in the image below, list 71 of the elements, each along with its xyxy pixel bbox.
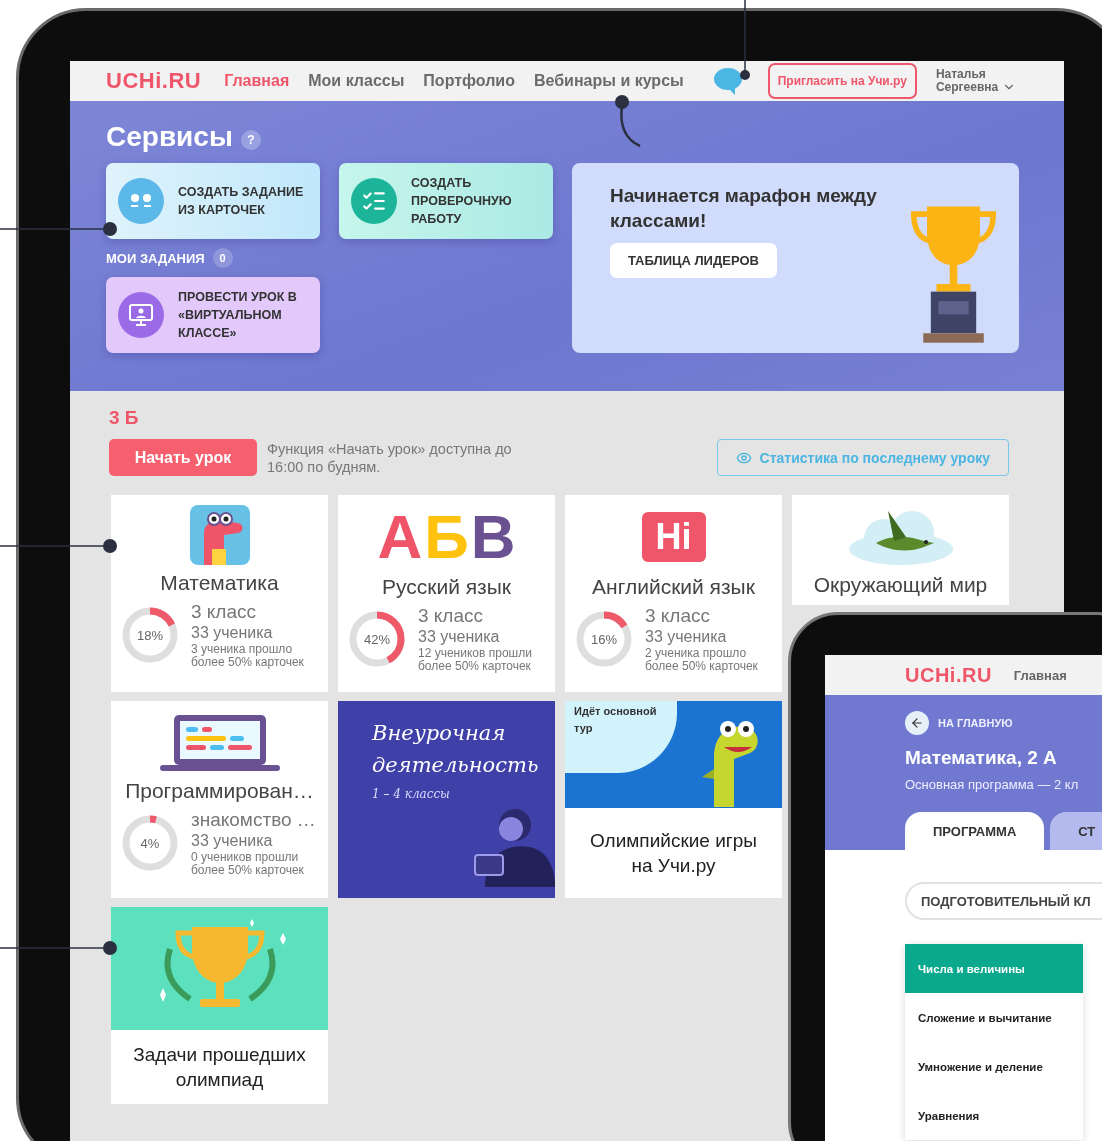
subject-card[interactable]: Программирован… 4% знакомство … 33 ученика 0 учеников прошли более 50% карточек [111, 701, 328, 898]
leader-line [615, 95, 641, 148]
progress-note: 3 ученика прошло более 50% карточек [191, 643, 305, 669]
monitor-icon [118, 292, 164, 338]
subject-card[interactable]: Окружающий мир [792, 495, 1009, 605]
progress-note: 0 учеников прошли более 50% карточек [191, 851, 305, 877]
tab[interactable]: СТ [1050, 812, 1102, 850]
subject-title: Окружающий мир [813, 573, 988, 597]
olympiad-tasks-card[interactable]: Задачи прошедших олимпиад [111, 907, 328, 1104]
student-count: 33 ученика [418, 627, 501, 647]
nav-link[interactable]: Мои классы [308, 72, 405, 90]
my-tasks-link[interactable]: МОИ ЗАДАНИЯ [106, 250, 205, 266]
service-button[interactable]: ПРОВЕСТИ УРОК В «ВИРТУАЛЬНОМ КЛАССЕ» [106, 277, 320, 353]
letter: Б [424, 506, 469, 568]
progress-percent: 16% [591, 631, 617, 647]
subject-card[interactable]: АБВ Русский язык 42% 3 класс 33 ученика 12 учеников прошли более 50% карточек [338, 495, 555, 692]
course-title: Математика, 2 А [905, 747, 1058, 769]
progress-note: 12 учеников прошли более 50% карточек [418, 647, 533, 673]
subject-title: Английский язык [592, 575, 755, 599]
grade-filter-button[interactable]: ПОДГОТОВИТЕЛЬНЫЙ КЛ [905, 882, 1102, 920]
subject-card[interactable]: Математика 18% 3 класс 33 ученика 3 ученика прошло более 50% карточек [111, 495, 328, 692]
subject-card[interactable]: Hi Английский язык 16% 3 класс 33 ученика 2 ученика прошло более 50% карточек [565, 495, 782, 692]
progress-ring [348, 610, 406, 668]
user-menu[interactable]: Наталья Сергеевна [935, 68, 1017, 94]
progress-ring [575, 610, 633, 668]
chat-bubble-icon[interactable] [712, 67, 743, 95]
count-badge: 0 [212, 248, 233, 268]
card-heading: Внеурочная деятельность [372, 720, 540, 779]
progress-percent: 4% [140, 835, 160, 851]
subject-title: Русский язык [381, 575, 511, 599]
olympiad-card[interactable]: Идёт основной тур Олимпийские игры на Учи.ру [565, 701, 782, 898]
tab[interactable]: ПРОГРАММА [905, 812, 1045, 850]
topic-item[interactable]: Умножение и деление [905, 1042, 1083, 1091]
topic-item[interactable]: Уравнения [905, 1091, 1083, 1140]
letter: А [377, 506, 423, 568]
speech-bubble-badge: Hi [641, 512, 706, 562]
checklist-icon [351, 178, 397, 224]
progress-ring [121, 814, 179, 872]
card-caption: Олимпийские игры на Учи.ру [589, 829, 758, 878]
topic-item[interactable]: Сложение и вычитание [905, 993, 1083, 1042]
progress-percent: 18% [137, 627, 163, 643]
face-icon [118, 178, 164, 224]
card-caption: Задачи прошедших олимпиад [132, 1043, 307, 1092]
progress-note: 2 ученика прошло более 50% карточек [645, 647, 759, 673]
extracurricular-card[interactable]: Внеурочная деятельность 1 – 4 классы [338, 701, 555, 898]
nav-link[interactable]: Портфолио [423, 72, 515, 90]
subject-title: Программирован… [125, 779, 314, 803]
class-name: 3 Б [109, 407, 140, 429]
student-count: 33 ученика [645, 627, 728, 647]
hint-text: Функция «Начать урок» доступна до 16:00 по будням. [267, 439, 513, 476]
grade-label: 3 класс [418, 605, 485, 627]
grade-label: 3 класс [645, 605, 712, 627]
service-button[interactable]: СОЗДАТЬ ПРОВЕРОЧНУЮ РАБОТУ [339, 163, 553, 239]
service-button[interactable]: СОЗДАТЬ ЗАДАНИЕ ИЗ КАРТОЧЕК [106, 163, 320, 239]
subject-title: Математика [160, 571, 279, 595]
letter: В [470, 506, 516, 568]
course-subtitle: Основная программа — 2 кл [905, 777, 1080, 792]
grade-label: 3 класс [191, 601, 258, 623]
nav-link[interactable]: Главная [1013, 667, 1067, 683]
section-title: Сервисы [106, 121, 233, 153]
nav-link[interactable]: Вебинары и курсы [533, 72, 684, 90]
promo-title: Начинается марафон между классами! [610, 184, 878, 233]
student-count: 33 ученика [191, 831, 274, 851]
card-subheading: 1 – 4 классы [372, 787, 451, 801]
progress-ring [121, 606, 179, 664]
progress-percent: 42% [364, 631, 390, 647]
leaderboard-button[interactable]: ТАБЛИЦА ЛИДЕРОВ [610, 243, 777, 278]
dinosaur-icon [189, 505, 250, 565]
speech-bubble: Идёт основной тур [565, 701, 677, 773]
grade-label: знакомство … [191, 809, 317, 831]
student-count: 33 ученика [191, 623, 274, 643]
